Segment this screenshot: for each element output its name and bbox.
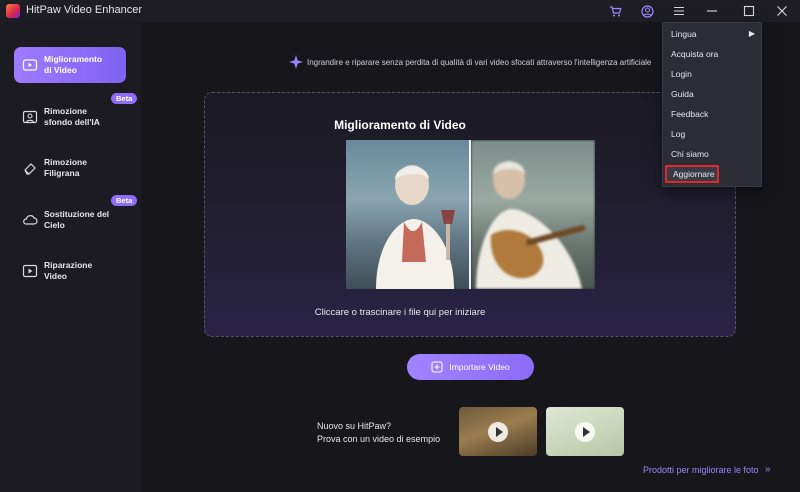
sidebar-item-label: Sostituzione del Cielo bbox=[44, 209, 110, 230]
import-video-button[interactable]: Importare Video bbox=[407, 354, 534, 380]
before-image bbox=[346, 140, 470, 289]
minimize-icon[interactable] bbox=[704, 3, 720, 19]
compare-divider[interactable] bbox=[469, 140, 471, 289]
sidebar-item-label: Miglioramento di Video bbox=[44, 54, 103, 75]
before-after-preview bbox=[346, 140, 595, 289]
beta-badge: Beta bbox=[111, 195, 138, 206]
app-title: HitPaw Video Enhancer bbox=[26, 4, 142, 16]
add-file-icon bbox=[431, 361, 443, 373]
menu-item-guide[interactable]: Guida bbox=[663, 85, 761, 103]
chevron-right-icon: ▶ bbox=[748, 29, 755, 38]
sidebar-item-sky-replacement[interactable]: Sostituzione del Cielo bbox=[14, 202, 126, 238]
sample-video-thumbnail[interactable] bbox=[459, 407, 537, 456]
video-repair-icon bbox=[22, 264, 38, 278]
cart-icon[interactable] bbox=[607, 3, 623, 19]
account-icon[interactable] bbox=[639, 3, 655, 19]
menu-item-log[interactable]: Log bbox=[663, 125, 761, 143]
play-icon bbox=[575, 422, 595, 442]
sidebar-item-video-repair[interactable]: Riparazione Video bbox=[14, 253, 126, 289]
menu-item-feedback[interactable]: Feedback bbox=[663, 105, 761, 123]
cloud-icon bbox=[23, 215, 38, 225]
eraser-icon bbox=[24, 163, 36, 175]
sidebar-item-label: Rimozione Filigrana bbox=[44, 157, 87, 178]
sidebar-item-watermark-removal[interactable]: Rimozione Filigrana bbox=[14, 150, 126, 186]
drop-zone-hint: Cliccare o trascinare i file qui per ini… bbox=[314, 307, 486, 318]
main-menu-dropdown: Lingua ▶ Acquista ora Login Guida Feedbac… bbox=[662, 22, 762, 187]
menu-item-about-us[interactable]: Chi siamo bbox=[663, 145, 761, 163]
close-icon[interactable] bbox=[774, 3, 790, 19]
menu-item-buy-now[interactable]: Acquista ora bbox=[663, 45, 761, 63]
double-chevron-right-icon: » bbox=[765, 464, 771, 475]
after-image bbox=[471, 140, 595, 289]
sidebar: Miglioramento di Video Rimozione sfondo de… bbox=[0, 22, 141, 492]
sample-video-thumbnail[interactable] bbox=[546, 407, 624, 456]
menu-icon[interactable] bbox=[671, 3, 687, 19]
menu-item-login[interactable]: Login bbox=[663, 65, 761, 83]
title-bar: HitPaw Video Enhancer bbox=[0, 0, 800, 22]
video-play-icon bbox=[22, 59, 38, 71]
photo-products-link[interactable]: Prodotti per migliorare le foto bbox=[643, 465, 759, 475]
maximize-icon[interactable] bbox=[741, 3, 757, 19]
app-logo-icon bbox=[6, 4, 20, 18]
menu-item-update[interactable]: Aggiornare bbox=[665, 165, 719, 183]
play-icon bbox=[488, 422, 508, 442]
sparkle-icon bbox=[289, 55, 303, 69]
tagline: Ingrandire e riparare senza perdita di q… bbox=[307, 58, 652, 67]
import-video-label: Importare Video bbox=[449, 362, 510, 372]
sidebar-item-video-enhance[interactable]: Miglioramento di Video bbox=[14, 47, 126, 83]
sample-video-prompt: Nuovo su HitPaw? Prova con un video di es… bbox=[317, 421, 441, 444]
menu-item-language[interactable]: Lingua ▶ bbox=[663, 25, 761, 43]
sidebar-item-label: Riparazione Video bbox=[44, 260, 93, 281]
beta-badge: Beta bbox=[111, 93, 138, 104]
